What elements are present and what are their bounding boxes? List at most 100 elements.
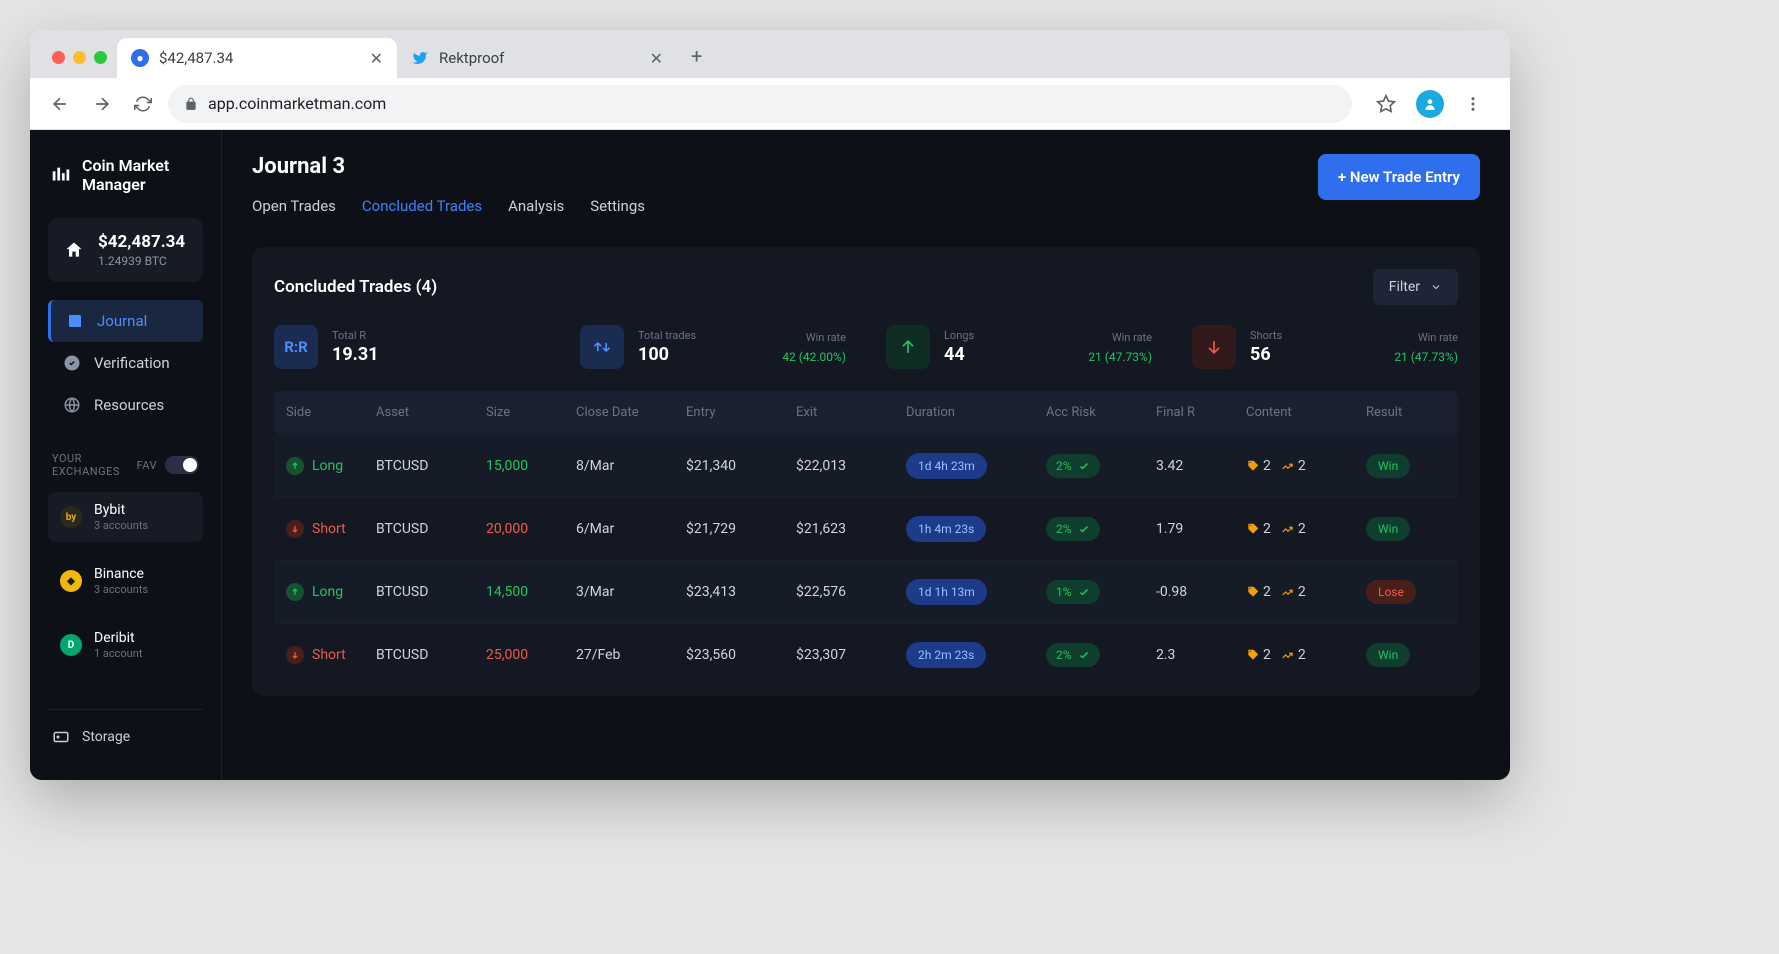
cell-exit: $23,307 bbox=[796, 647, 906, 663]
reload-button[interactable] bbox=[128, 89, 158, 119]
tag-icon: 2 bbox=[1246, 458, 1271, 474]
logo-mark-icon bbox=[50, 164, 72, 186]
url-text: app.coinmarketman.com bbox=[208, 94, 386, 113]
arrow-down-icon bbox=[1192, 325, 1236, 369]
col-close-date: Close Date bbox=[576, 405, 686, 420]
concluded-trades-panel: Concluded Trades (4) Filter R:R Total R … bbox=[252, 247, 1480, 696]
back-button[interactable] bbox=[44, 88, 76, 120]
tab-settings[interactable]: Settings bbox=[590, 197, 645, 221]
profile-avatar[interactable] bbox=[1416, 90, 1444, 118]
cell-final-r: 3.42 bbox=[1156, 458, 1246, 474]
cell-content: 2 2 bbox=[1246, 458, 1366, 474]
cell-close-date: 27/Feb bbox=[576, 647, 686, 663]
tab-analysis[interactable]: Analysis bbox=[508, 197, 564, 221]
fav-toggle[interactable] bbox=[165, 456, 199, 474]
toolbar-right bbox=[1362, 88, 1496, 120]
cell-entry: $23,560 bbox=[686, 647, 796, 663]
cell-content: 2 2 bbox=[1246, 647, 1366, 663]
table-row[interactable]: Short BTCUSD 25,000 27/Feb $23,560 $23,3… bbox=[274, 623, 1458, 686]
close-tab-icon[interactable]: ✕ bbox=[370, 49, 383, 68]
maximize-window-button[interactable] bbox=[94, 51, 107, 64]
exchange-binance[interactable]: ◆ Binance 3 accounts bbox=[48, 556, 203, 606]
balance-card[interactable]: $42,487.34 1.24939 BTC bbox=[48, 218, 203, 282]
cell-size: 14,500 bbox=[486, 584, 576, 600]
cell-result: Win bbox=[1366, 454, 1446, 478]
table-row[interactable]: Long BTCUSD 15,000 8/Mar $21,340 $22,013… bbox=[274, 434, 1458, 497]
sidebar-item-journal[interactable]: Journal bbox=[48, 300, 203, 342]
page-title: Journal 3 bbox=[252, 154, 645, 179]
cell-side: Long bbox=[286, 457, 376, 475]
col-final-r: Final R bbox=[1156, 405, 1246, 420]
cell-risk: 2% bbox=[1046, 643, 1156, 667]
stat-label: Longs bbox=[944, 329, 974, 342]
nav-label: Verification bbox=[94, 354, 170, 372]
table-row[interactable]: Long BTCUSD 14,500 3/Mar $23,413 $22,576… bbox=[274, 560, 1458, 623]
exchange-name: Bybit bbox=[94, 502, 148, 518]
tab-favicon: ● bbox=[131, 49, 149, 67]
chart-icon: 2 bbox=[1281, 458, 1306, 474]
side-arrow-icon bbox=[286, 646, 304, 664]
stat-value: 19.31 bbox=[332, 344, 379, 365]
exchange-sub: 3 accounts bbox=[94, 583, 148, 596]
chart-icon: 2 bbox=[1281, 584, 1306, 600]
cell-close-date: 6/Mar bbox=[576, 521, 686, 537]
kebab-menu-icon[interactable] bbox=[1458, 89, 1488, 119]
sidebar-item-storage[interactable]: Storage bbox=[48, 709, 203, 758]
col-entry: Entry bbox=[686, 405, 796, 420]
filter-button[interactable]: Filter bbox=[1373, 269, 1458, 305]
main-content: Journal 3 Open Trades Concluded Trades A… bbox=[222, 130, 1510, 780]
browser-tab-active[interactable]: ● $42,487.34 ✕ bbox=[117, 38, 397, 78]
swap-icon bbox=[580, 325, 624, 369]
cell-risk: 2% bbox=[1046, 517, 1156, 541]
cell-final-r: 1.79 bbox=[1156, 521, 1246, 537]
exchange-sub: 1 account bbox=[94, 647, 142, 660]
exchange-bybit[interactable]: by Bybit 3 accounts bbox=[48, 492, 203, 542]
storage-label: Storage bbox=[82, 729, 130, 745]
cell-duration: 1h 4m 23s bbox=[906, 516, 1046, 542]
tab-title: $42,487.34 bbox=[159, 49, 233, 67]
address-bar[interactable]: app.coinmarketman.com bbox=[168, 85, 1352, 123]
cell-final-r: -0.98 bbox=[1156, 584, 1246, 600]
close-tab-icon[interactable]: ✕ bbox=[650, 49, 663, 68]
bybit-icon: by bbox=[60, 506, 82, 528]
exchange-deribit[interactable]: D Deribit 1 account bbox=[48, 620, 203, 670]
winrate-value: 21 (47.73%) bbox=[1088, 350, 1152, 364]
table-row[interactable]: Short BTCUSD 20,000 6/Mar $21,729 $21,62… bbox=[274, 497, 1458, 560]
balance-usd: $42,487.34 bbox=[98, 232, 185, 252]
stat-value: 100 bbox=[638, 344, 696, 365]
winrate-label: Win rate bbox=[1394, 331, 1458, 344]
side-label: Long bbox=[312, 458, 343, 474]
tab-title: Rektproof bbox=[439, 49, 504, 67]
minimize-window-button[interactable] bbox=[73, 51, 86, 64]
bookmark-star-icon[interactable] bbox=[1370, 88, 1402, 120]
col-size: Size bbox=[486, 405, 576, 420]
cell-risk: 1% bbox=[1046, 580, 1156, 604]
chevron-down-icon bbox=[1430, 281, 1442, 293]
cell-size: 15,000 bbox=[486, 458, 576, 474]
tag-icon: 2 bbox=[1246, 521, 1271, 537]
tab-open-trades[interactable]: Open Trades bbox=[252, 197, 336, 221]
new-trade-entry-button[interactable]: + New Trade Entry bbox=[1318, 154, 1480, 200]
forward-button[interactable] bbox=[86, 88, 118, 120]
stat-total-trades: Total trades 100 Win rate 42 (42.00%) bbox=[580, 325, 846, 369]
col-duration: Duration bbox=[906, 405, 1046, 420]
cell-entry: $21,340 bbox=[686, 458, 796, 474]
tab-concluded-trades[interactable]: Concluded Trades bbox=[362, 197, 482, 221]
stat-longs: Longs 44 Win rate 21 (47.73%) bbox=[886, 325, 1152, 369]
cell-result: Win bbox=[1366, 643, 1446, 667]
cell-entry: $21,729 bbox=[686, 521, 796, 537]
browser-tabs: ● $42,487.34 ✕ Rektproof ✕ + bbox=[117, 38, 716, 78]
panel-header: Concluded Trades (4) Filter bbox=[274, 269, 1458, 305]
tag-icon: 2 bbox=[1246, 647, 1271, 663]
sidebar-item-verification[interactable]: Verification bbox=[48, 342, 203, 384]
stat-value: 56 bbox=[1250, 344, 1282, 365]
browser-tab[interactable]: Rektproof ✕ bbox=[397, 38, 677, 78]
cell-risk: 2% bbox=[1046, 454, 1156, 478]
stat-label: Total trades bbox=[638, 329, 696, 342]
cell-final-r: 2.3 bbox=[1156, 647, 1246, 663]
exchange-name: Binance bbox=[94, 566, 148, 582]
close-window-button[interactable] bbox=[52, 51, 65, 64]
new-tab-button[interactable]: + bbox=[677, 44, 716, 78]
sidebar-item-resources[interactable]: Resources bbox=[48, 384, 203, 426]
stat-total-r: R:R Total R 19.31 bbox=[274, 325, 540, 369]
